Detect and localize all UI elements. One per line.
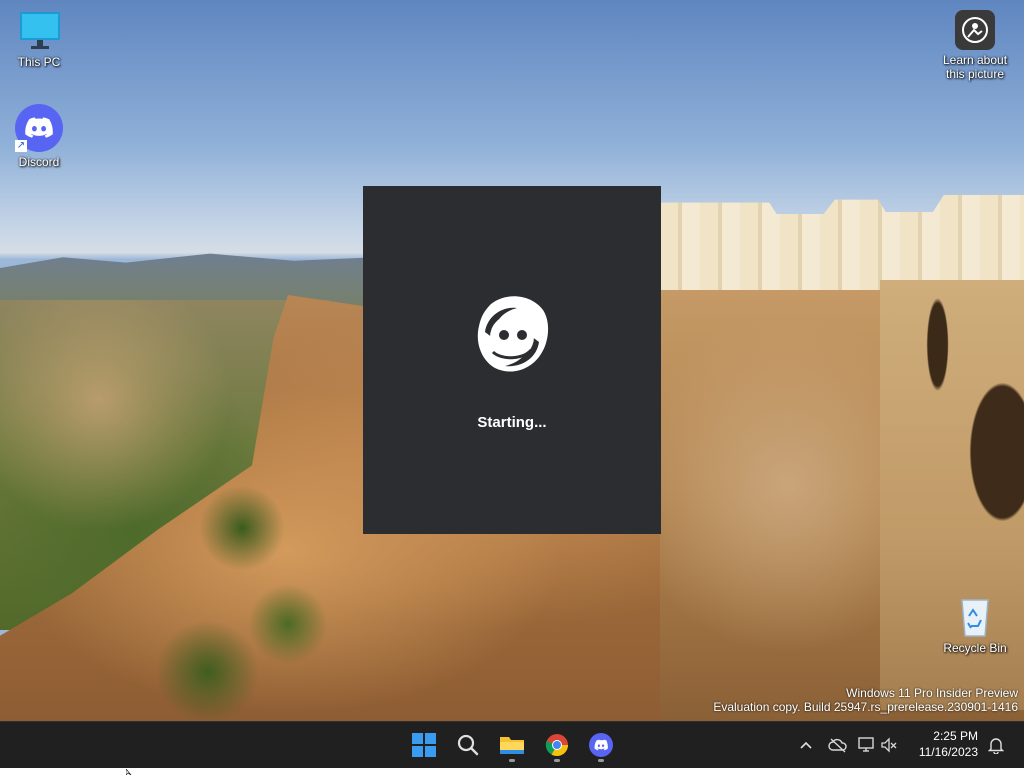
running-indicator [509,759,515,762]
wallpaper-town [660,195,1024,290]
search-icon [457,734,479,756]
taskbar-discord-button[interactable] [581,727,621,763]
volume-mute-icon [881,737,897,753]
camera-info-icon [955,10,995,50]
discord-spinner-icon [471,292,553,387]
taskbar-file-explorer-button[interactable] [492,727,532,763]
discord-splash-window[interactable]: Starting... [363,186,661,534]
tray-clock[interactable]: 2:25 PM 11/16/2023 [912,728,978,760]
running-indicator [598,759,604,762]
tray-show-hidden-icons-button[interactable] [796,732,816,758]
mouse-cursor-icon [125,762,134,780]
taskbar-chrome-button[interactable] [537,727,577,763]
running-indicator [554,759,560,762]
discord-icon: ↗ [15,104,63,152]
tray-onedrive-button[interactable] [827,732,849,758]
windows-start-icon [412,733,436,757]
watermark-build: Evaluation copy. Build 25947.rs_prerelea… [713,700,1018,714]
monitor-icon [18,10,60,52]
tray-notifications-button[interactable] [986,732,1006,758]
wallpaper-greenery [150,480,380,720]
network-icon [858,737,874,752]
taskbar-search-button[interactable] [448,727,488,763]
chevron-up-icon [800,741,812,749]
desktop-icon-this-pc[interactable]: This PC [1,10,77,69]
discord-icon [589,733,613,757]
notification-bell-icon [988,738,1004,754]
shortcut-arrow-icon: ↗ [15,140,27,152]
watermark-edition: Windows 11 Pro Insider Preview [846,686,1018,700]
desktop-icon-label: Discord [18,155,60,169]
taskbar: 2:25 PM 11/16/2023 [0,721,1024,768]
folder-icon [500,737,524,754]
desktop-icon-label: This PC [17,55,61,69]
recycle-bin-icon [958,596,992,638]
clock-date: 11/16/2023 [918,745,978,759]
windows-watermark: Windows 11 Pro Insider Preview Evaluatio… [713,686,1018,714]
desktop-icon-recycle-bin[interactable]: Recycle Bin [937,596,1013,655]
desktop-icon-label: Recycle Bin [943,641,1007,655]
desktop-icon-label: Learn about this picture [942,53,1008,81]
tray-network-volume-button[interactable] [858,732,898,758]
desktop-icon-discord[interactable]: ↗ Discord [1,104,77,169]
splash-status-text: Starting... [477,414,547,431]
clock-time: 2:25 PM [933,729,978,743]
chrome-icon [545,734,568,756]
desktop-icon-learn-about-picture[interactable]: Learn about this picture [936,10,1014,81]
onedrive-icon [828,738,847,753]
taskbar-start-button[interactable] [404,727,444,763]
